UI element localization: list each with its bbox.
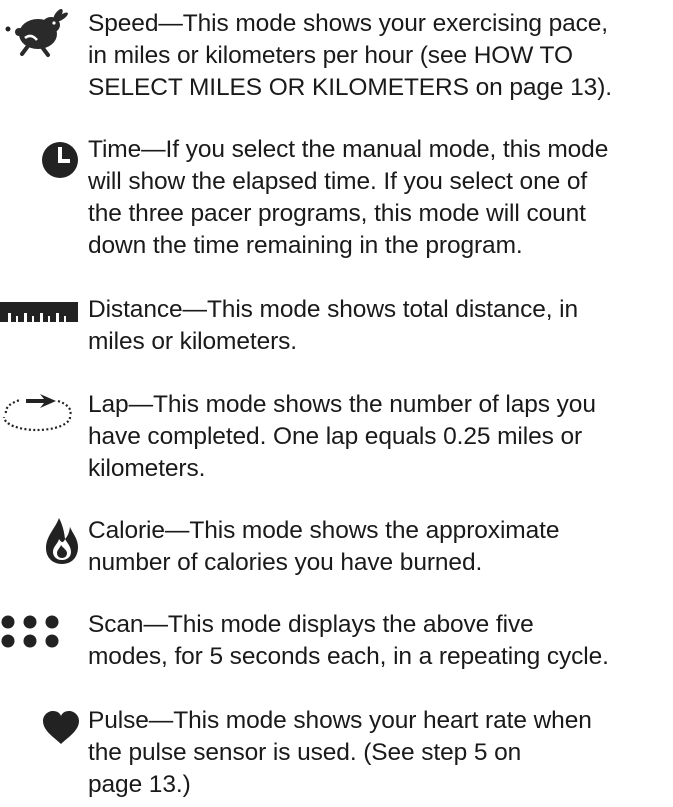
mode-description-line: in miles or kilometers per hour (see HOW… <box>88 42 573 69</box>
mode-description-line: will show the elapsed time. If you selec… <box>88 168 588 195</box>
heart-icon <box>43 711 79 744</box>
mode-description-line: This mode shows the approximate <box>189 517 560 544</box>
mode-description-line: the three pacer programs, this mode will… <box>88 200 586 227</box>
mode-name: Pulse <box>88 707 173 734</box>
ruler-icon <box>0 302 78 322</box>
rabbit-icon <box>5 9 68 57</box>
mode-description-line: the pulse sensor is used. (See step 5 on <box>88 739 522 766</box>
mode-description-line: kilometers. <box>88 455 206 482</box>
mode-description-line: This mode shows your exercising pace, <box>182 10 609 37</box>
flame-icon <box>46 518 78 564</box>
mode-description-line: page 13.) <box>88 771 191 798</box>
mode-description-line: SELECT MILES OR KILOMETERS on page 13). <box>88 74 612 101</box>
dots-icon <box>1 615 59 648</box>
track-icon <box>2 394 72 432</box>
mode-description-line: down the time remaining in the program. <box>88 232 523 259</box>
mode-name: Scan <box>88 611 168 638</box>
clock-icon <box>42 142 78 178</box>
mode-name: Time <box>88 136 166 163</box>
mode-description-line: number of calories you have burned. <box>88 549 483 576</box>
mode-description-line: This mode shows the number of laps you <box>152 391 596 418</box>
mode-description-line: miles or kilometers. <box>88 328 298 355</box>
mode-name: Calorie <box>88 517 189 544</box>
mode-description-line: This mode displays the above five <box>167 611 534 638</box>
mode-description-line: This mode shows your heart rate when <box>173 707 592 734</box>
mode-description-line: have completed. One lap equals 0.25 mile… <box>88 423 583 450</box>
mode-name: Lap <box>88 391 153 418</box>
mode-description-line: If you select the manual mode, this mode <box>165 136 609 163</box>
mode-name: Speed <box>88 10 183 37</box>
mode-description-line: This mode shows total distance, in <box>206 296 579 323</box>
mode-name: Distance <box>88 296 207 323</box>
mode-description-line: modes, for 5 seconds each, in a repeatin… <box>88 643 609 670</box>
